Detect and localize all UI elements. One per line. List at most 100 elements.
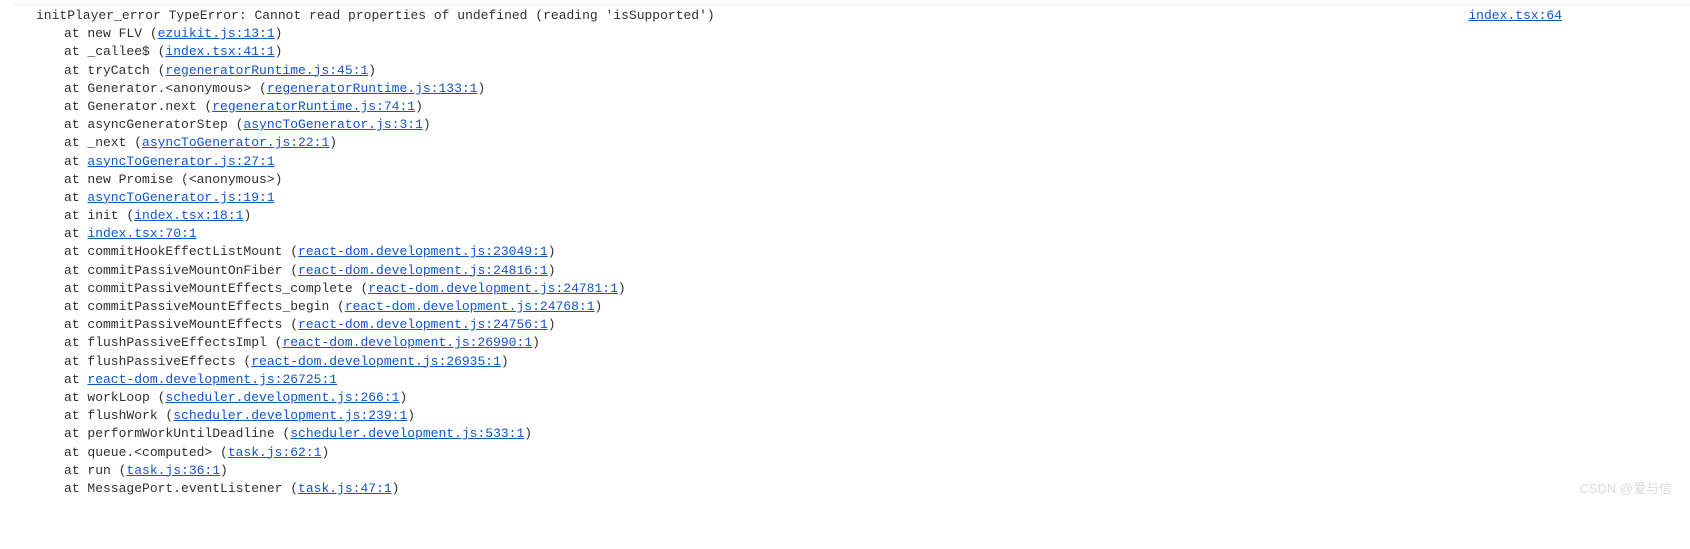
stack-frame-link[interactable]: asyncToGenerator.js:19:1 xyxy=(87,190,274,205)
stack-frame-suffix: ) xyxy=(220,463,228,478)
stack-frame: at commitPassiveMountEffects (react-dom.… xyxy=(64,316,1682,334)
stack-frame-link[interactable]: task.js:62:1 xyxy=(228,445,322,460)
stack-frame-prefix: at queue.<computed> ( xyxy=(64,445,228,460)
stack-frame-prefix: at commitPassiveMountOnFiber ( xyxy=(64,263,298,278)
stack-frame: at workLoop (scheduler.development.js:26… xyxy=(64,389,1682,407)
stack-frame-link[interactable]: asyncToGenerator.js:3:1 xyxy=(243,117,422,132)
stack-frame-link[interactable]: index.tsx:41:1 xyxy=(165,44,274,59)
stack-frame-prefix: at Generator.next ( xyxy=(64,99,212,114)
stack-frame: at flushPassiveEffectsImpl (react-dom.de… xyxy=(64,334,1682,352)
stack-frame-prefix: at _callee$ ( xyxy=(64,44,165,59)
stack-frame-suffix: ) xyxy=(595,299,603,314)
stack-frame: at _callee$ (index.tsx:41:1) xyxy=(64,43,1682,61)
error-message: initPlayer_error TypeError: Cannot read … xyxy=(36,7,1468,25)
stack-frame-prefix: at commitPassiveMountEffects ( xyxy=(64,317,298,332)
stack-frame-prefix: at init ( xyxy=(64,208,134,223)
stack-frame-suffix: ) xyxy=(477,81,485,96)
stack-frame: at MessagePort.eventListener (task.js:47… xyxy=(64,480,1682,498)
stack-frame: at flushPassiveEffects (react-dom.develo… xyxy=(64,353,1682,371)
stack-frame-link[interactable]: react-dom.development.js:26990:1 xyxy=(282,335,532,350)
stack-frame-link[interactable]: index.tsx:18:1 xyxy=(134,208,243,223)
stack-frame-link[interactable]: task.js:36:1 xyxy=(126,463,220,478)
stack-frame: at new FLV (ezuikit.js:13:1) xyxy=(64,25,1682,43)
stack-frame: at commitPassiveMountEffects_complete (r… xyxy=(64,280,1682,298)
stack-frame: at tryCatch (regeneratorRuntime.js:45:1) xyxy=(64,62,1682,80)
stack-frame-prefix: at tryCatch ( xyxy=(64,63,165,78)
stack-frame-link[interactable]: asyncToGenerator.js:22:1 xyxy=(142,135,329,150)
stack-frame-prefix: at commitPassiveMountEffects_begin ( xyxy=(64,299,345,314)
stack-frame-suffix: ) xyxy=(532,335,540,350)
stack-frame-suffix: ) xyxy=(243,208,251,223)
stack-frame-link[interactable]: react-dom.development.js:24781:1 xyxy=(368,281,618,296)
error-header: initPlayer_error TypeError: Cannot read … xyxy=(36,7,1682,25)
stack-frame-link[interactable]: react-dom.development.js:24816:1 xyxy=(298,263,548,278)
stack-frame: at react-dom.development.js:26725:1 xyxy=(64,371,1682,389)
stack-frame-suffix: ) xyxy=(548,263,556,278)
stack-frame-prefix: at commitPassiveMountEffects_complete ( xyxy=(64,281,368,296)
stack-frame-suffix: ) xyxy=(399,390,407,405)
stack-frame: at new Promise (<anonymous>) xyxy=(64,171,1682,189)
stack-frame-link[interactable]: ezuikit.js:13:1 xyxy=(158,26,275,41)
stack-frame: at commitHookEffectListMount (react-dom.… xyxy=(64,243,1682,261)
stack-frame-link[interactable]: react-dom.development.js:24756:1 xyxy=(298,317,548,332)
stack-frame: at commitPassiveMountOnFiber (react-dom.… xyxy=(64,262,1682,280)
stack-frame-suffix: ) xyxy=(275,44,283,59)
stack-frame-link[interactable]: scheduler.development.js:533:1 xyxy=(290,426,524,441)
console-error-entry: initPlayer_error TypeError: Cannot read … xyxy=(12,4,1690,500)
stack-frame-prefix: at asyncGeneratorStep ( xyxy=(64,117,243,132)
stack-frame-prefix: at flushPassiveEffectsImpl ( xyxy=(64,335,282,350)
stack-frame-link[interactable]: scheduler.development.js:239:1 xyxy=(173,408,407,423)
stack-frame-suffix: ) xyxy=(618,281,626,296)
stack-frame-suffix: ) xyxy=(524,426,532,441)
stack-frame: at run (task.js:36:1) xyxy=(64,462,1682,480)
stack-frame: at Generator.next (regeneratorRuntime.js… xyxy=(64,98,1682,116)
stack-frame: at asyncGeneratorStep (asyncToGenerator.… xyxy=(64,116,1682,134)
stack-frame-prefix: at MessagePort.eventListener ( xyxy=(64,481,298,496)
stack-frame: at performWorkUntilDeadline (scheduler.d… xyxy=(64,425,1682,443)
stack-frame-suffix: ) xyxy=(275,26,283,41)
stack-frame-link[interactable]: react-dom.development.js:24768:1 xyxy=(345,299,595,314)
stack-frame-prefix: at commitHookEffectListMount ( xyxy=(64,244,298,259)
stack-frame-prefix: at performWorkUntilDeadline ( xyxy=(64,426,290,441)
stack-frame: at init (index.tsx:18:1) xyxy=(64,207,1682,225)
stack-frame-link[interactable]: task.js:47:1 xyxy=(298,481,392,496)
stack-frame: at Generator.<anonymous> (regeneratorRun… xyxy=(64,80,1682,98)
stack-frame-prefix: at flushPassiveEffects ( xyxy=(64,354,251,369)
stack-frame-suffix: ) xyxy=(321,445,329,460)
stack-frame-prefix: at xyxy=(64,190,87,205)
stack-frame-prefix: at _next ( xyxy=(64,135,142,150)
stack-frame: at _next (asyncToGenerator.js:22:1) xyxy=(64,134,1682,152)
stack-frame-prefix: at xyxy=(64,372,87,387)
stack-trace: at new FLV (ezuikit.js:13:1)at _callee$ … xyxy=(64,25,1682,498)
stack-frame: at flushWork (scheduler.development.js:2… xyxy=(64,407,1682,425)
stack-frame-prefix: at Generator.<anonymous> ( xyxy=(64,81,267,96)
stack-frame-suffix: ) xyxy=(423,117,431,132)
stack-frame-prefix: at workLoop ( xyxy=(64,390,165,405)
stack-frame-link[interactable]: regeneratorRuntime.js:45:1 xyxy=(165,63,368,78)
stack-frame-link[interactable]: scheduler.development.js:266:1 xyxy=(165,390,399,405)
stack-frame-prefix: at xyxy=(64,154,87,169)
stack-frame-suffix: ) xyxy=(415,99,423,114)
stack-frame-suffix: ) xyxy=(368,63,376,78)
stack-frame-link[interactable]: react-dom.development.js:23049:1 xyxy=(298,244,548,259)
stack-frame-prefix: at run ( xyxy=(64,463,126,478)
stack-frame: at commitPassiveMountEffects_begin (reac… xyxy=(64,298,1682,316)
stack-frame-prefix: at xyxy=(64,226,87,241)
stack-frame: at asyncToGenerator.js:27:1 xyxy=(64,153,1682,171)
stack-frame: at asyncToGenerator.js:19:1 xyxy=(64,189,1682,207)
stack-frame-prefix: at flushWork ( xyxy=(64,408,173,423)
stack-frame-link[interactable]: index.tsx:70:1 xyxy=(87,226,196,241)
stack-frame-link[interactable]: regeneratorRuntime.js:133:1 xyxy=(267,81,478,96)
stack-frame-suffix: ) xyxy=(392,481,400,496)
stack-frame-suffix: ) xyxy=(329,135,337,150)
stack-frame-link[interactable]: asyncToGenerator.js:27:1 xyxy=(87,154,274,169)
stack-frame-suffix: ) xyxy=(548,244,556,259)
error-prefix: initPlayer_error xyxy=(36,8,169,23)
stack-frame: at index.tsx:70:1 xyxy=(64,225,1682,243)
stack-frame-link[interactable]: regeneratorRuntime.js:74:1 xyxy=(212,99,415,114)
error-source-link[interactable]: index.tsx:64 xyxy=(1468,7,1562,25)
stack-frame-suffix: ) xyxy=(501,354,509,369)
stack-frame-link[interactable]: react-dom.development.js:26725:1 xyxy=(87,372,337,387)
stack-frame-prefix: at new FLV ( xyxy=(64,26,158,41)
stack-frame-link[interactable]: react-dom.development.js:26935:1 xyxy=(251,354,501,369)
